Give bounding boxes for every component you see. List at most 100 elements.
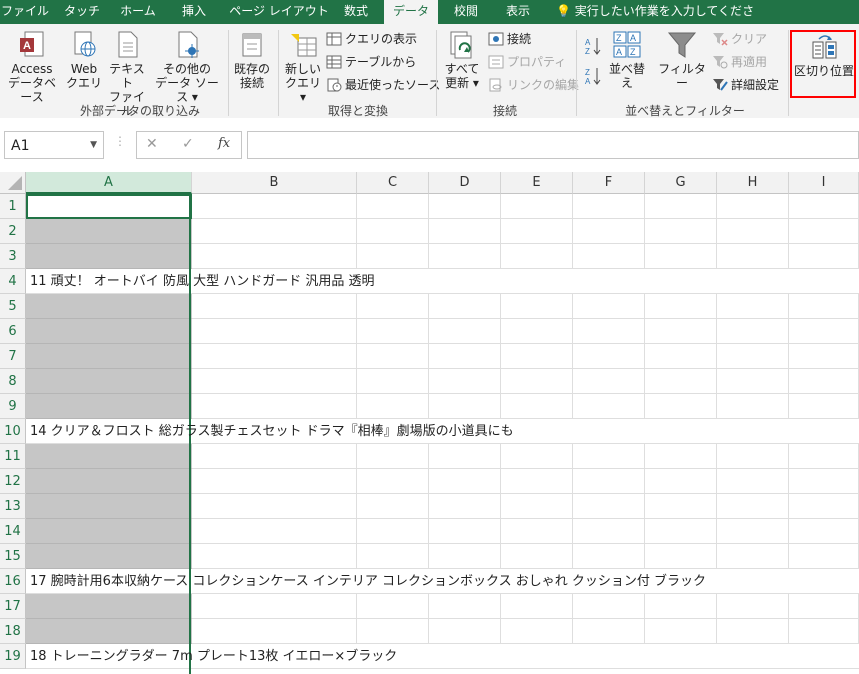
grid-cell[interactable] [429,544,501,569]
row-header-1[interactable]: 1 [0,194,26,219]
filter-button[interactable]: フィルター [656,30,708,90]
advanced-filter-button[interactable]: 詳細設定 [712,76,779,94]
grid-cell[interactable] [26,244,192,269]
connections-button[interactable]: 接続 [488,30,531,48]
grid-cell[interactable] [429,294,501,319]
grid-cell[interactable] [645,194,717,219]
tab-file[interactable]: ファイル [0,0,50,24]
grid-cell[interactable] [717,344,789,369]
grid-cell[interactable] [501,494,573,519]
grid-cell[interactable] [501,444,573,469]
grid-cell[interactable] [573,344,645,369]
grid-cell[interactable] [645,319,717,344]
grid-cell[interactable] [192,444,357,469]
grid-cell[interactable] [357,244,429,269]
grid-cell[interactable] [357,369,429,394]
column-header-c[interactable]: C [357,172,429,194]
grid-cell[interactable] [429,469,501,494]
row-header-18[interactable]: 18 [0,619,26,644]
grid-cell[interactable] [789,619,859,644]
grid-cell[interactable] [429,369,501,394]
grid-cell[interactable] [26,619,192,644]
grid-cell[interactable] [192,319,357,344]
grid-cell[interactable] [26,294,192,319]
from-table-button[interactable]: テーブルから [326,53,416,71]
grid-cell[interactable] [26,519,192,544]
grid-cell[interactable] [192,294,357,319]
row-header-4[interactable]: 4 [0,269,26,294]
grid-cell[interactable] [789,244,859,269]
row-header-12[interactable]: 12 [0,469,26,494]
grid-cell[interactable] [429,244,501,269]
grid-cell[interactable] [717,194,789,219]
grid-cell[interactable] [645,394,717,419]
grid-cell[interactable] [26,369,192,394]
formula-input[interactable] [247,131,859,159]
grid-cell[interactable] [26,219,192,244]
other-data-sources-button[interactable]: その他の データ ソース ▾ [150,30,224,104]
enter-check-icon[interactable]: ✓ [182,136,194,152]
access-database-button[interactable]: A Access データベース [2,30,62,104]
row-header-14[interactable]: 14 [0,519,26,544]
grid-cell[interactable] [789,369,859,394]
grid-cell[interactable] [192,219,357,244]
grid-cell[interactable] [645,419,717,444]
grid-cell[interactable] [26,394,192,419]
grid-cell[interactable] [645,619,717,644]
show-queries-button[interactable]: クエリの表示 [326,30,417,48]
grid-cell[interactable] [717,469,789,494]
grid-cell[interactable] [645,294,717,319]
grid-cell[interactable] [717,519,789,544]
tab-view[interactable]: 表示 [496,0,540,24]
column-header-g[interactable]: G [645,172,717,194]
row-header-11[interactable]: 11 [0,444,26,469]
edit-links-button[interactable]: リンクの編集 [488,76,579,94]
grid-cell[interactable] [501,319,573,344]
grid-cell[interactable] [573,319,645,344]
column-header-h[interactable]: H [717,172,789,194]
grid-cell[interactable] [789,519,859,544]
grid-cell[interactable] [357,294,429,319]
grid-cell[interactable] [429,594,501,619]
grid-cell[interactable] [789,344,859,369]
grid-cell[interactable] [192,619,357,644]
row-header-6[interactable]: 6 [0,319,26,344]
grid-cell[interactable] [645,219,717,244]
grid-cell[interactable] [573,244,645,269]
row-header-5[interactable]: 5 [0,294,26,319]
grid-cell[interactable] [26,494,192,519]
grid-cell[interactable] [573,594,645,619]
grid-cell[interactable] [26,319,192,344]
grid-cell[interactable] [789,319,859,344]
column-header-e[interactable]: E [501,172,573,194]
grid-cell[interactable] [357,194,429,219]
grid-cell[interactable] [501,594,573,619]
grid-cell[interactable] [192,344,357,369]
grid-cell[interactable] [573,619,645,644]
grid-cell[interactable] [429,519,501,544]
row-header-2[interactable]: 2 [0,219,26,244]
grid-cell[interactable] [645,519,717,544]
row-header-15[interactable]: 15 [0,544,26,569]
existing-connections-button[interactable]: 既存の 接続 [230,30,274,90]
column-header-d[interactable]: D [429,172,501,194]
column-header-b[interactable]: B [192,172,357,194]
reapply-filter-button[interactable]: 再適用 [712,53,767,71]
grid-cell[interactable] [357,594,429,619]
grid-cell[interactable] [429,444,501,469]
grid-cell[interactable] [501,469,573,494]
column-header-a[interactable]: A [26,172,192,194]
grid-cell[interactable] [717,419,789,444]
grid-cell[interactable] [429,494,501,519]
grid-cell[interactable] [573,419,645,444]
row-header-9[interactable]: 9 [0,394,26,419]
grid-cell[interactable] [573,519,645,544]
recent-sources-button[interactable]: 最近使ったソース [326,76,440,94]
sort-ascending-button[interactable]: AZ [584,36,605,59]
grid-cell[interactable] [717,394,789,419]
column-header-i[interactable]: I [789,172,859,194]
cancel-icon[interactable]: ✕ [146,136,158,152]
grid-cell[interactable] [357,619,429,644]
grid-cell[interactable] [789,444,859,469]
grid-cell[interactable] [357,469,429,494]
